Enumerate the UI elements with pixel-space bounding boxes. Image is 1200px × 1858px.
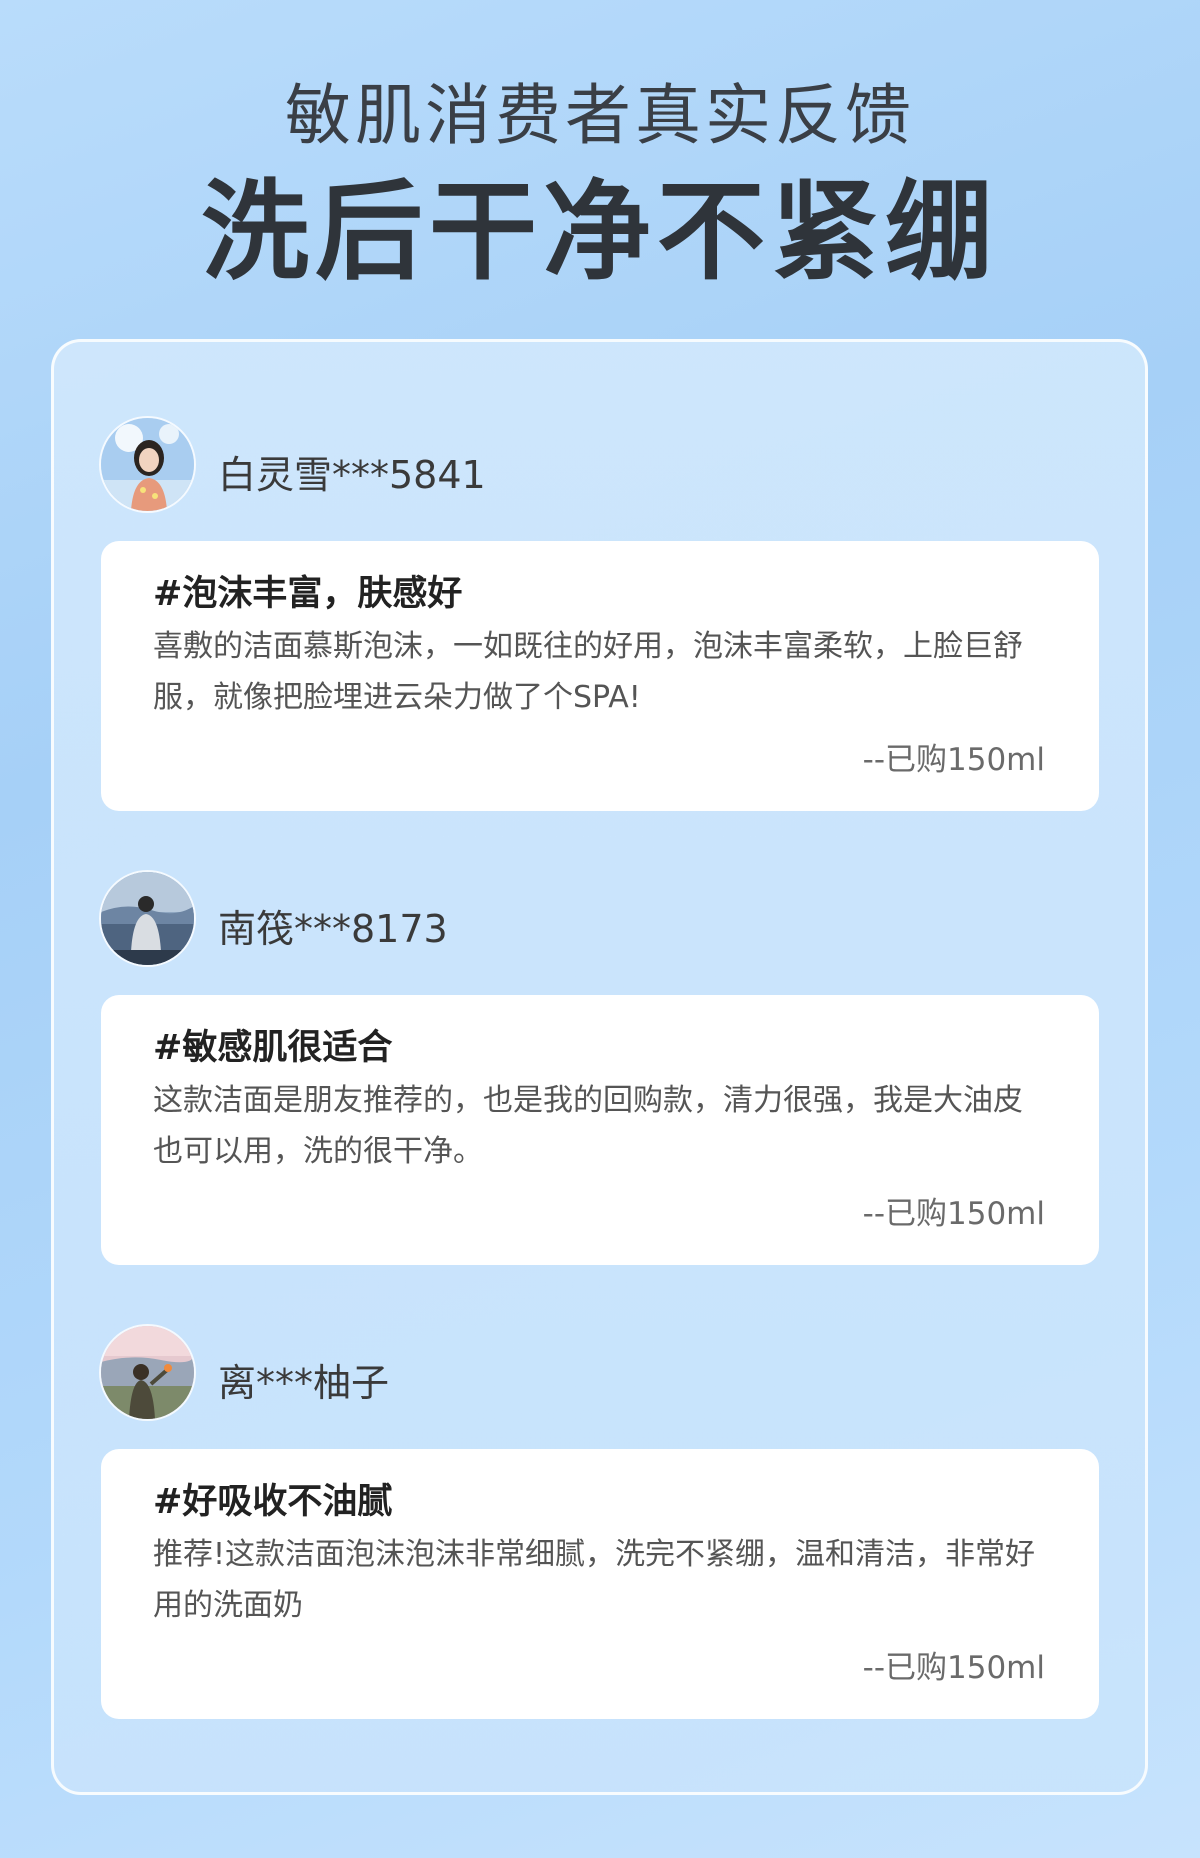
review-card-1: #泡沫丰富，肤感好 喜敷的洁面慕斯泡沫，一如既往的好用，泡沫丰富柔软，上脸巨舒服… xyxy=(101,541,1099,811)
purchase-info: --已购150ml xyxy=(862,742,1045,778)
username: 白灵雪***5841 xyxy=(218,452,486,497)
review-tag: #敏感肌很适合 xyxy=(153,1028,393,1068)
avatar xyxy=(101,871,194,965)
review-card-2: #敏感肌很适合 这款洁面是朋友推荐的，也是我的回购款，清力很强，我是大油皮也可以… xyxy=(101,995,1099,1265)
review-user-3: 离***柚子 xyxy=(101,1324,1001,1420)
username: 南筏***8173 xyxy=(218,906,448,951)
review-user-2: 南筏***8173 xyxy=(101,870,1001,966)
review-tag: #泡沫丰富，肤感好 xyxy=(153,574,463,614)
username: 离***柚子 xyxy=(218,1360,390,1405)
review-card-3: #好吸收不油腻 推荐!这款洁面泡沫泡沫非常细腻，洗完不紧绷，温和清洁，非常好用的… xyxy=(101,1449,1099,1719)
avatar-photo-icon xyxy=(101,871,194,965)
purchase-info: --已购150ml xyxy=(862,1650,1045,1686)
avatar xyxy=(101,417,194,511)
review-user-1: 白灵雪***5841 xyxy=(101,416,1001,512)
review-text: 喜敷的洁面慕斯泡沫，一如既往的好用，泡沫丰富柔软，上脸巨舒服，就像把脸埋进云朵力… xyxy=(153,629,1023,715)
review-tag: #好吸收不油腻 xyxy=(153,1482,393,1522)
purchase-info: --已购150ml xyxy=(862,1196,1045,1232)
page-title: 洗后干净不紧绷 xyxy=(200,170,999,295)
avatar-photo-icon xyxy=(101,1325,194,1419)
avatar-photo-icon xyxy=(101,417,194,511)
page-subtitle: 敏肌消费者真实反馈 xyxy=(285,77,915,154)
review-text: 推荐!这款洁面泡沫泡沫非常细腻，洗完不紧绷，温和清洁，非常好用的洗面奶 xyxy=(153,1537,1036,1623)
review-text: 这款洁面是朋友推荐的，也是我的回购款，清力很强，我是大油皮也可以用，洗的很干净。 xyxy=(153,1083,1023,1169)
avatar xyxy=(101,1325,194,1419)
